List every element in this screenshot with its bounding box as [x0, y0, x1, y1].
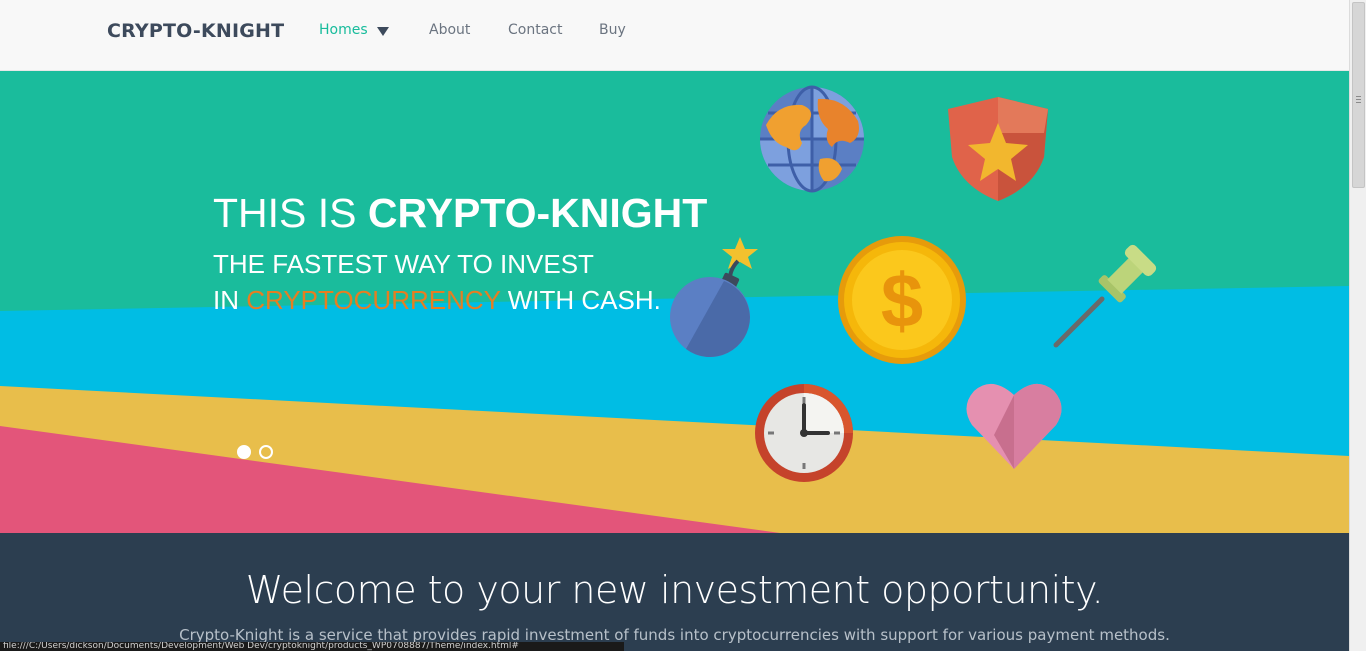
welcome-section: Welcome to your new investment opportuni… — [0, 533, 1349, 651]
thumb-grip-line — [1356, 102, 1361, 103]
hero-subtitle-line1: THE FASTEST WAY TO INVEST — [213, 249, 594, 279]
thumb-grip-line — [1356, 96, 1361, 97]
bomb-icon — [664, 235, 760, 364]
scrollbar-thumb[interactable] — [1352, 2, 1365, 188]
nav-about[interactable]: About — [429, 22, 470, 38]
status-bar-url: file:///C:/Users/dickson/Documents/Devel… — [0, 642, 624, 651]
browser-viewport: CRYPTO-KNIGHT Homes About Contact Buy TH… — [0, 0, 1349, 651]
hero-carousel: THIS IS CRYPTO-KNIGHT THE FASTEST WAY TO… — [0, 71, 1349, 533]
brand-logo[interactable]: CRYPTO-KNIGHT — [107, 20, 284, 42]
carousel-indicator-2[interactable] — [259, 445, 273, 459]
hero-title-prefix: THIS IS — [213, 190, 368, 236]
hero-line2-accent: CRYPTOCURRENCY — [246, 285, 501, 315]
carousel-indicator-1[interactable] — [237, 445, 251, 459]
pushpin-icon — [1048, 237, 1164, 358]
nav-contact[interactable]: Contact — [508, 22, 562, 38]
hero-line2-suffix: WITH CASH. — [500, 285, 661, 315]
svg-text:$: $ — [881, 259, 923, 344]
vertical-scrollbar[interactable] — [1349, 0, 1366, 651]
welcome-title: Welcome to your new investment opportuni… — [245, 568, 1104, 612]
shield-star-icon — [944, 93, 1052, 208]
hero-subtitle-line2: IN CRYPTOCURRENCY WITH CASH. — [213, 287, 661, 313]
clock-icon — [754, 383, 854, 488]
hero-title: THIS IS CRYPTO-KNIGHT — [213, 193, 707, 234]
thumb-grip-line — [1356, 99, 1361, 100]
hero-title-brand: CRYPTO-KNIGHT — [367, 190, 708, 236]
navbar: CRYPTO-KNIGHT Homes About Contact Buy — [0, 0, 1349, 71]
hero-line2-prefix: IN — [213, 285, 247, 315]
nav-homes[interactable]: Homes — [319, 22, 368, 38]
heart-icon — [964, 379, 1064, 476]
chevron-down-icon[interactable] — [377, 27, 389, 36]
dollar-coin-icon: $ — [837, 235, 967, 370]
welcome-description: Crypto-Knight is a service that provides… — [179, 626, 1170, 644]
globe-icon — [758, 85, 866, 198]
nav-buy[interactable]: Buy — [599, 22, 626, 38]
